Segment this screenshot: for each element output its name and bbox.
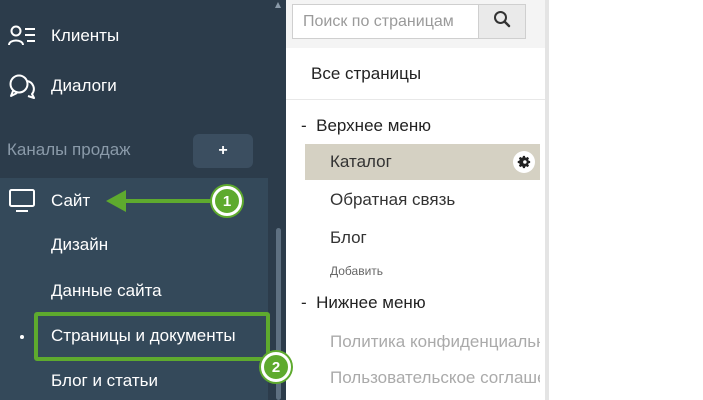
callout-badge-2: 2 bbox=[261, 352, 291, 382]
callout-badge-1: 1 bbox=[212, 186, 242, 216]
highlight-box bbox=[34, 312, 270, 361]
